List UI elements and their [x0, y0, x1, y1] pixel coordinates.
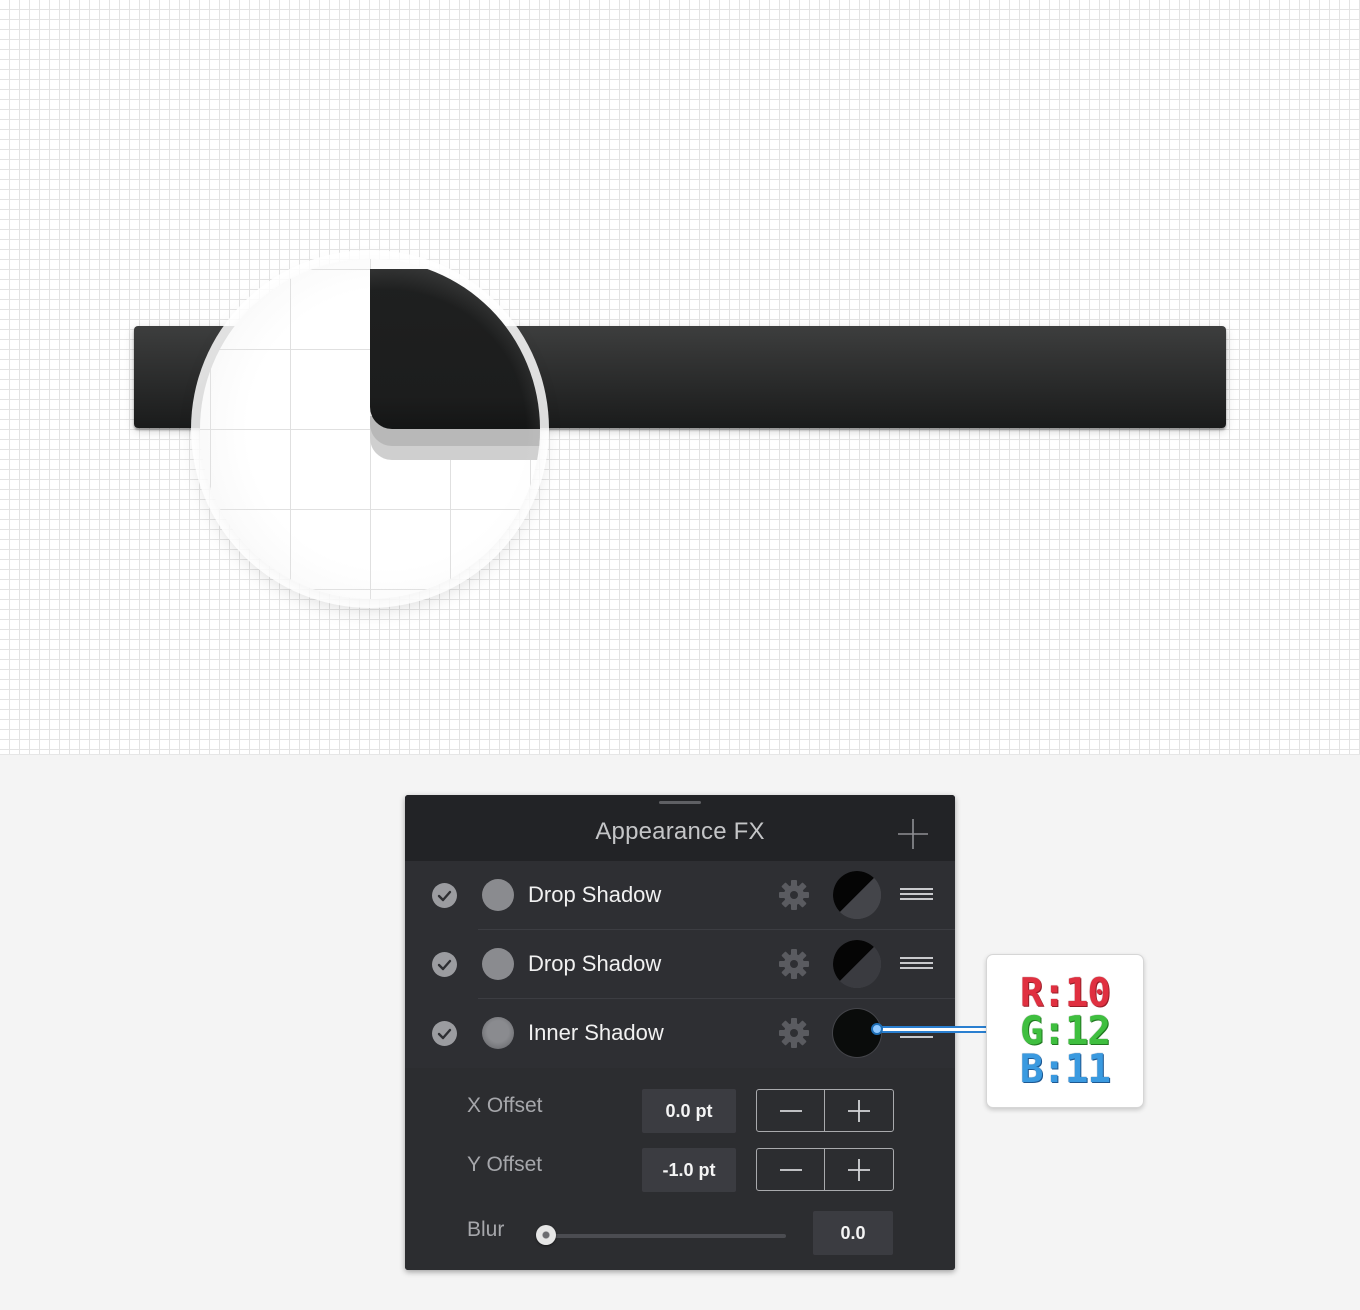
- plus-icon[interactable]: [897, 818, 929, 850]
- y-offset-stepper: [756, 1148, 894, 1191]
- checkmark-icon[interactable]: [432, 883, 457, 908]
- rgb-blue-value: B:11: [1020, 1047, 1111, 1092]
- blur-slider-track[interactable]: [541, 1234, 786, 1238]
- x-offset-stepper: [756, 1089, 894, 1132]
- minus-icon[interactable]: [757, 1090, 824, 1131]
- fx-label: Drop Shadow: [528, 951, 662, 976]
- blur-label: Blur: [467, 1218, 505, 1241]
- x-offset-field[interactable]: 0.0 pt: [642, 1089, 736, 1133]
- panel-title: Appearance FX: [595, 818, 765, 845]
- gear-icon[interactable]: [777, 947, 811, 981]
- blur-slider-thumb[interactable]: [536, 1225, 556, 1245]
- effect-settings: X Offset 0.0 pt Y Offset -1.0 pt Blur 0.…: [405, 1068, 955, 1270]
- fx-row-drop-shadow-2[interactable]: Drop Shadow: [405, 930, 955, 999]
- checkmark-icon[interactable]: [432, 1021, 457, 1046]
- fx-label: Inner Shadow: [528, 1020, 664, 1045]
- y-offset-field[interactable]: -1.0 pt: [642, 1148, 736, 1192]
- magnifier-loupe: [200, 259, 540, 599]
- minus-icon[interactable]: [757, 1149, 824, 1190]
- y-offset-label: Y Offset: [467, 1153, 543, 1176]
- checkmark-icon[interactable]: [432, 952, 457, 977]
- rgb-callout: R:10 G:12 B:11: [986, 954, 1144, 1108]
- fx-row-inner-shadow[interactable]: Inner Shadow: [405, 999, 955, 1069]
- panel-grab-handle[interactable]: [659, 801, 701, 804]
- fx-label: Drop Shadow: [528, 882, 662, 907]
- fx-row-drop-shadow-1[interactable]: Drop Shadow: [405, 861, 955, 930]
- x-offset-label: X Offset: [467, 1094, 543, 1117]
- effect-color-dot[interactable]: [482, 948, 514, 980]
- callout-anchor-dot: [871, 1023, 883, 1035]
- plus-icon[interactable]: [825, 1090, 892, 1131]
- plus-icon[interactable]: [825, 1149, 892, 1190]
- panel-header: Appearance FX: [405, 795, 955, 861]
- effect-color-dot[interactable]: [482, 1017, 514, 1049]
- design-canvas: [0, 0, 1360, 755]
- callout-connector: [882, 1026, 986, 1033]
- magnifier-vignette: [200, 259, 540, 599]
- gear-icon[interactable]: [777, 1016, 811, 1050]
- gear-icon[interactable]: [777, 878, 811, 912]
- blur-value-field[interactable]: 0.0: [813, 1211, 893, 1255]
- drag-handle-icon[interactable]: [900, 885, 934, 905]
- effect-color-dot[interactable]: [482, 879, 514, 911]
- shadow-color-swatch[interactable]: [833, 871, 881, 919]
- drag-handle-icon[interactable]: [900, 954, 934, 974]
- shadow-color-swatch[interactable]: [833, 940, 881, 988]
